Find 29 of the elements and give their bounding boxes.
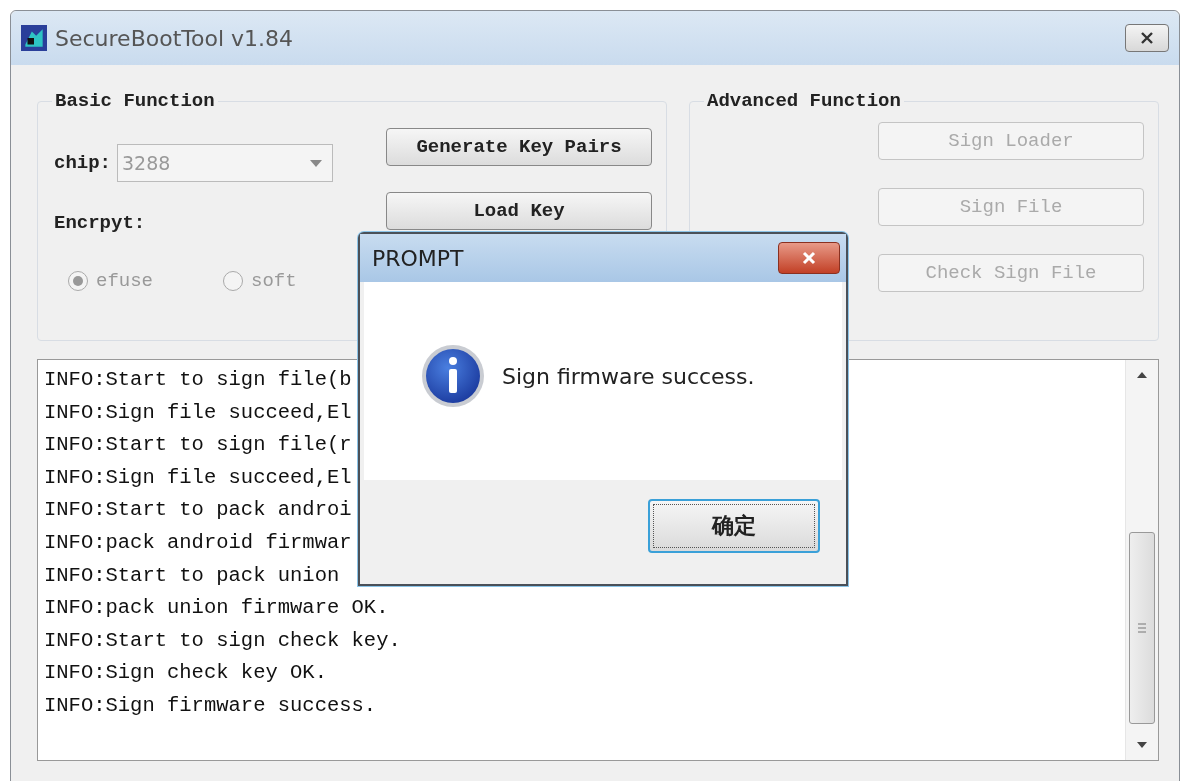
close-button[interactable] xyxy=(778,242,840,274)
dialog-message: Sign firmware success. xyxy=(502,363,755,389)
log-line: INFO:pack union firmware OK. xyxy=(44,595,389,622)
info-icon xyxy=(420,343,486,409)
encrypt-label: Encrpyt: xyxy=(54,212,147,234)
log-line: INFO:Start to pack union xyxy=(44,562,340,589)
chip-label: chip: xyxy=(54,152,111,174)
action-button[interactable]: Load Key xyxy=(386,192,652,230)
close-icon xyxy=(1138,31,1156,45)
window-title: SecureBootTool v1.84 xyxy=(55,25,294,51)
dialog-title: PROMPT xyxy=(372,245,464,271)
app-icon xyxy=(21,25,47,51)
caret-icon xyxy=(310,159,322,167)
scroll-up-icon[interactable] xyxy=(1137,372,1147,378)
log-line: INFO:Start to sign file(r xyxy=(44,432,352,459)
log-line: INFO:Sign file succeed,El xyxy=(44,399,352,426)
ok-button[interactable]: 确定 xyxy=(648,499,820,553)
log-line: INFO:Start to sign file(b xyxy=(44,367,352,393)
grip-icon xyxy=(1138,623,1146,633)
log-line: INFO:Sign check key OK. xyxy=(44,660,327,687)
log-line: INFO:Sign firmware success. xyxy=(44,692,377,719)
close-button[interactable] xyxy=(1125,24,1169,52)
scroll-down-icon[interactable] xyxy=(1137,742,1147,748)
action-button[interactable]: Generate Key Pairs xyxy=(386,128,652,166)
scrollbar[interactable] xyxy=(1125,360,1158,760)
log-line: INFO:Start to sign check key. xyxy=(44,627,401,654)
log-line: INFO:Sign file succeed,El xyxy=(44,464,352,491)
log-line: INFO:pack android firmwar xyxy=(44,529,352,556)
log-line: INFO:Start to pack androi xyxy=(44,497,352,524)
